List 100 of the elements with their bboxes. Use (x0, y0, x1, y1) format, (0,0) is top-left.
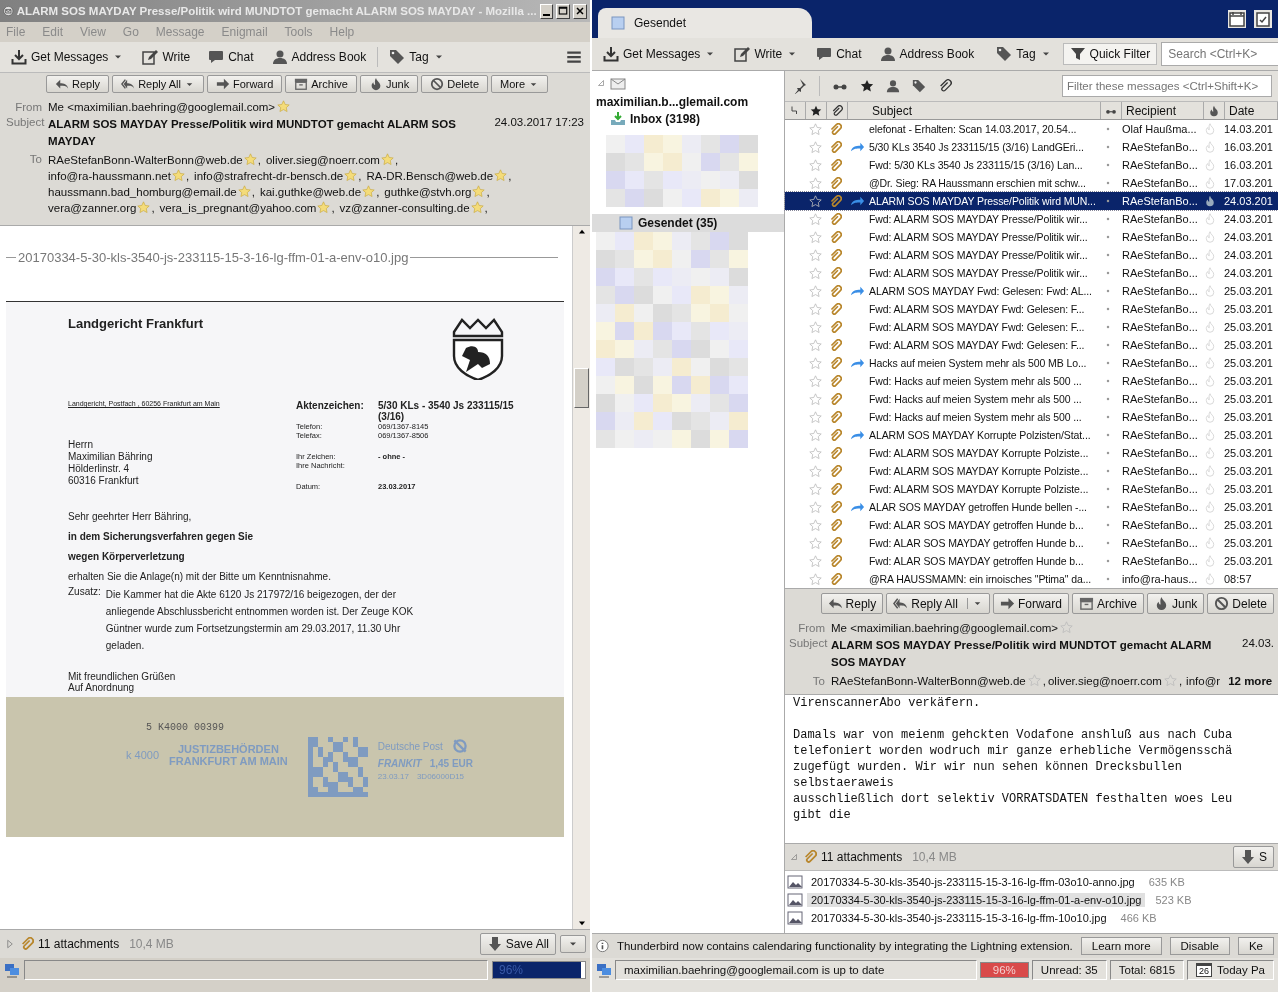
star-icon[interactable] (237, 185, 251, 198)
star-icon[interactable] (317, 201, 331, 214)
star-icon[interactable] (344, 169, 358, 182)
star-icon[interactable] (808, 536, 822, 550)
star-icon[interactable] (362, 185, 376, 198)
star-icon[interactable] (808, 392, 822, 406)
close-button[interactable] (573, 3, 587, 19)
message-row[interactable]: Fwd: ALARM SOS MAYDAY Presse/Politik wir... RAeStefanBo... 24.03.201 (785, 264, 1278, 282)
star-icon[interactable] (808, 230, 822, 244)
star-icon[interactable] (808, 248, 822, 262)
recipient-address[interactable]: RAeStefanBonn-WalterBonn@web.de (831, 674, 1026, 687)
scrollbar-thumb[interactable] (574, 368, 589, 408)
toolbar-button[interactable]: Address Book (872, 43, 982, 65)
star-icon[interactable] (1027, 674, 1041, 687)
message-row[interactable]: Fwd: ALAR SOS MAYDAY getroffen Hunde b... RAeStefanBo... 25.03.201 (785, 534, 1278, 552)
header-button[interactable]: Delete (1207, 593, 1274, 614)
message-row[interactable]: Hacks auf meien System mehr als 500 MB Lo... RAeStefanBo... 25.03.201 (785, 354, 1278, 372)
star-icon[interactable] (808, 176, 822, 190)
star-icon[interactable] (808, 284, 822, 298)
toolbar-button[interactable]: Write (727, 43, 806, 65)
header-button[interactable]: Delete (421, 75, 488, 93)
message-row[interactable]: Fwd: ALARM SOS MAYDAY Presse/Politik wir... RAeStefanBo... 24.03.201 (785, 210, 1278, 228)
header-button[interactable]: Junk (359, 75, 419, 93)
more-recipients-link[interactable]: 12 more (1228, 674, 1273, 687)
expand-icon[interactable] (4, 938, 16, 950)
message-row[interactable]: ALARM SOS MAYDAY Presse/Politik wird MUN... RAeStefanBo... 24.03.201 (785, 192, 1278, 210)
star-icon[interactable] (472, 185, 486, 198)
star-icon[interactable] (808, 140, 822, 154)
message-row[interactable]: ALARM SOS MAYDAY Fwd: Gelesen: Fwd: AL... RAeStefanBo... 25.03.201 (785, 282, 1278, 300)
message-row[interactable]: Fwd: ALARM SOS MAYDAY Korrupte Polziste... RAeStefanBo... 25.03.201 (785, 444, 1278, 462)
message-row[interactable]: Fwd: Hacks auf meien System mehr als 500 ... RAeStefanBo... 25.03.201 (785, 408, 1278, 426)
star-icon[interactable] (808, 446, 822, 460)
header-button[interactable]: More (491, 75, 549, 93)
recipient-address[interactable]: oliver.sieg@noerr.com (265, 153, 380, 166)
column-header[interactable]: Recipient (1122, 102, 1204, 119)
notification-button[interactable]: Disable (1169, 937, 1230, 955)
message-row[interactable]: Fwd: ALAR SOS MAYDAY getroffen Hunde b... RAeStefanBo... 25.03.201 (785, 552, 1278, 570)
today-pane-label[interactable]: Today Pa (1217, 964, 1265, 976)
star-icon[interactable] (808, 482, 822, 496)
collapse-icon[interactable] (789, 852, 799, 862)
header-button[interactable]: Forward (992, 593, 1069, 614)
message-row[interactable]: Fwd: ALARM SOS MAYDAY Presse/Politik wir... RAeStefanBo... 24.03.201 (785, 246, 1278, 264)
star-icon[interactable] (494, 169, 508, 182)
star-icon[interactable] (808, 266, 822, 280)
header-button[interactable]: Archive (1071, 593, 1144, 614)
star-icon[interactable] (277, 100, 291, 113)
recipient-address[interactable]: vz@zanner-consulting.de (339, 201, 470, 214)
folder-tab[interactable]: Gesendet (598, 8, 812, 38)
toolbar-button[interactable]: Get Messages (4, 46, 132, 68)
message-row[interactable]: Fwd: ALARM SOS MAYDAY Presse/Politik wir... RAeStefanBo... 24.03.201 (785, 228, 1278, 246)
message-row[interactable]: Fwd: ALARM SOS MAYDAY Korrupte Polziste... RAeStefanBo... 25.03.201 (785, 480, 1278, 498)
message-row[interactable]: Fwd: ALARM SOS MAYDAY Fwd: Gelesen: F... RAeStefanBo... 25.03.201 (785, 336, 1278, 354)
notification-button[interactable]: Learn more (1080, 937, 1162, 955)
recipient-address[interactable]: kai.guthke@web.de (259, 185, 362, 198)
toolbar-button[interactable]: Get Messages (596, 43, 724, 65)
star-icon[interactable] (808, 158, 822, 172)
toolbar-button[interactable]: Tag (382, 46, 452, 68)
recipient-address[interactable]: vera@zanner.org (48, 201, 137, 214)
message-row[interactable]: @Dr. Sieg: RA Haussmann erschien mit schw... RAeStefanBo... 17.03.201 (785, 174, 1278, 192)
star-icon[interactable] (808, 122, 822, 136)
toolbar-button[interactable]: Chat (809, 43, 869, 65)
star-icon[interactable] (808, 338, 822, 352)
scrollbar[interactable] (572, 226, 590, 929)
recipient-address[interactable]: guthke@stvh.org (384, 185, 472, 198)
header-button[interactable]: Reply All (886, 593, 990, 614)
star-icon[interactable] (470, 201, 484, 214)
tasks-icon[interactable] (1254, 10, 1272, 28)
column-header[interactable]: Subject (848, 102, 1101, 119)
collapse-icon[interactable] (596, 78, 606, 88)
search-field[interactable]: Search <Ctrl+K> (1161, 42, 1278, 66)
paperclip-icon[interactable] (938, 79, 952, 93)
message-row[interactable]: ALARM SOS MAYDAY Korrupte Polzisten/Stat... RAeStefanBo... 25.03.201 (785, 426, 1278, 444)
star-icon[interactable] (808, 194, 822, 208)
column-header[interactable]: Date (1225, 102, 1278, 119)
star-icon[interactable] (808, 374, 822, 388)
message-row[interactable]: elefonat - Erhalten: Scan 14.03.2017, 20.54... Olaf Haußma... 14.03.201 (785, 120, 1278, 138)
recipient-address[interactable]: RA-DR.Bensch@web.de (366, 169, 494, 182)
message-row[interactable]: Fwd: Hacks auf meien System mehr als 500 ... RAeStefanBo... 25.03.201 (785, 372, 1278, 390)
save-all-button[interactable]: Save All (479, 933, 556, 955)
star-icon[interactable] (1060, 621, 1074, 634)
star-icon[interactable] (808, 572, 822, 586)
attachment-item[interactable]: 20170334-5-30-kls-3540-js-233115-15-3-16-lg-ffm-10o10.jpg (807, 911, 1111, 925)
recipient-address[interactable]: info@strafrecht-dr-bensch.de (194, 169, 344, 182)
message-row[interactable]: Fwd: 5/30 KLs 3540 Js 233115/15 (3/16) Lan... RAeStefanBo... 16.03.201 (785, 156, 1278, 174)
star-icon[interactable] (808, 554, 822, 568)
header-button[interactable]: Reply (820, 593, 884, 614)
message-row[interactable]: Fwd: ALARM SOS MAYDAY Fwd: Gelesen: F... RAeStefanBo... 25.03.201 (785, 318, 1278, 336)
recipient-address[interactable]: haussmann.bad_homburg@email.de (48, 185, 237, 198)
star-icon[interactable] (808, 356, 822, 370)
filter-field[interactable]: Filter these messages <Ctrl+Shift+K> (1062, 75, 1272, 97)
recipient-address[interactable]: RAeStefanBonn-WalterBonn@web.de (48, 153, 243, 166)
folder-item[interactable]: Inbox (3198) (592, 110, 784, 214)
recipient-address[interactable]: info@ra-haussmann.net (48, 169, 171, 182)
star-icon[interactable] (808, 320, 822, 334)
contact-icon[interactable] (886, 79, 900, 93)
recipient-address[interactable]: oliver.sieg@noerr.com (1047, 674, 1162, 687)
message-row[interactable]: Fwd: Hacks auf meien System mehr als 500 ... RAeStefanBo... 25.03.201 (785, 390, 1278, 408)
attachment-item[interactable]: 20170334-5-30-kls-3540-js-233115-15-3-16-lg-ffm-01-a-env-o10.jpg (807, 893, 1146, 907)
maximize-button[interactable] (556, 3, 570, 19)
header-button[interactable]: Archive (285, 75, 357, 93)
